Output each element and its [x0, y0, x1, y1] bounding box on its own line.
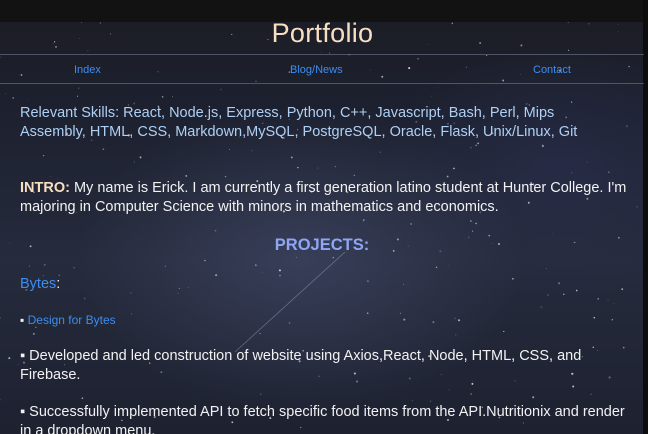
project-bullet-1: ▪ Developed and led construction of webs…	[20, 348, 582, 383]
intro-paragraph: INTRO: My name is Erick. I am currently …	[20, 179, 630, 217]
design-bullet: ▪ Design for Bytes	[20, 313, 116, 327]
bytes-colon: :	[56, 276, 61, 292]
nav-link-contact[interactable]: Contact	[533, 64, 571, 76]
page-title: Portfolio	[271, 18, 374, 48]
bytes-link[interactable]: Bytes	[20, 276, 56, 292]
project-title-bytes: Bytes:	[20, 276, 60, 292]
intro-text: My name is Erick. I am currently a first…	[20, 180, 627, 215]
skills-text: Relevant Skills: React, Node.js, Express…	[20, 105, 578, 140]
starry-background: Portfolio Index Blog/News Contact Releva…	[0, 0, 648, 434]
intro-label: INTRO:	[20, 180, 70, 196]
nav-link-index[interactable]: Index	[74, 64, 101, 76]
nav-link-blog-news[interactable]: Blog/News	[290, 64, 343, 76]
nav-bar: Index Blog/News Contact	[0, 54, 644, 84]
bullet-icon: ▪	[20, 313, 25, 327]
design-for-bytes-link[interactable]: Design for Bytes	[28, 313, 116, 327]
projects-heading: PROJECTS:	[274, 236, 370, 254]
project-bullet-2: ▪ Successfully implemented API to fetch …	[20, 404, 625, 434]
